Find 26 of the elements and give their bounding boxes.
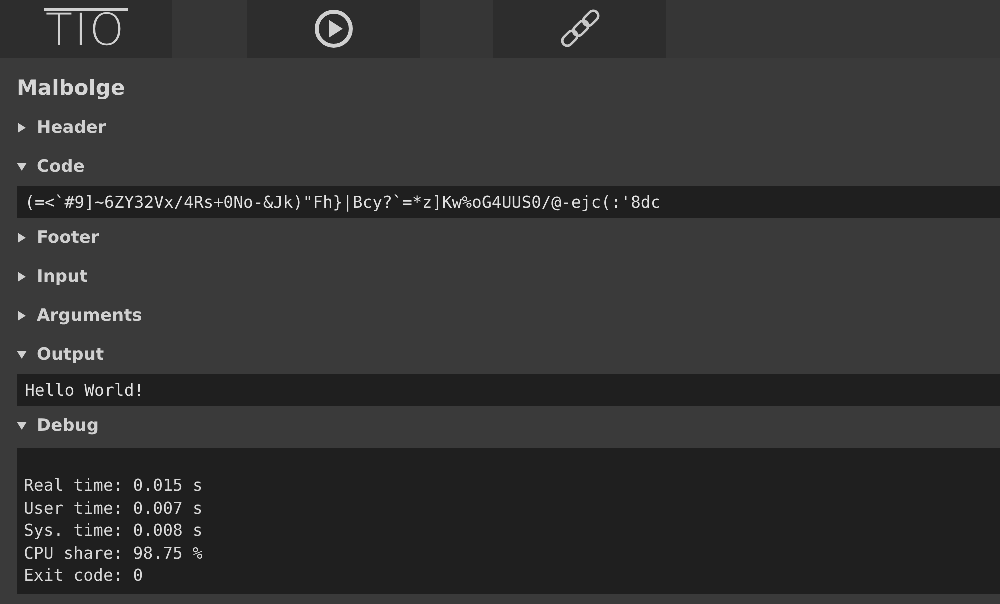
collapsed-arrow-icon <box>17 310 27 320</box>
collapsed-arrow-icon <box>17 122 27 132</box>
debug-line: Sys. time: 0.008 s <box>24 520 204 542</box>
debug-line: User time: 0.007 s <box>24 498 204 520</box>
debug-line: Real time: 0.015 s <box>24 475 204 497</box>
expanded-arrow-icon <box>17 420 27 430</box>
expanded-arrow-icon <box>17 162 27 172</box>
expanded-arrow-icon <box>17 350 27 360</box>
section-header[interactable]: Debug <box>17 406 1000 445</box>
section-header[interactable]: Arguments <box>17 296 1000 335</box>
link-button[interactable] <box>493 0 666 58</box>
section-header[interactable]: Output <box>17 335 1000 374</box>
section-header[interactable]: Header <box>17 108 1000 147</box>
collapsed-arrow-icon <box>17 272 27 282</box>
debug-line: Exit code: 0 <box>24 565 144 587</box>
debug-line: CPU share: 98.75 % <box>24 542 204 564</box>
play-icon <box>314 9 354 49</box>
section-header[interactable]: Code <box>17 147 1000 186</box>
section-header[interactable]: Input <box>17 257 1000 296</box>
run-button[interactable] <box>247 0 420 58</box>
section-header[interactable]: Footer <box>17 218 1000 257</box>
language-title: Malbolge <box>17 75 126 102</box>
output-field: Hello World! <box>17 374 1000 406</box>
code-field[interactable]: (=<`#9]~6ZY32Vx/4Rs+0No-&Jk)"Fh}|Bcy?`=*z]Kw%oG4UUS0/@-ejc(:'8dc <box>17 186 1000 218</box>
collapsed-arrow-icon <box>17 232 27 242</box>
link-icon <box>560 9 600 49</box>
